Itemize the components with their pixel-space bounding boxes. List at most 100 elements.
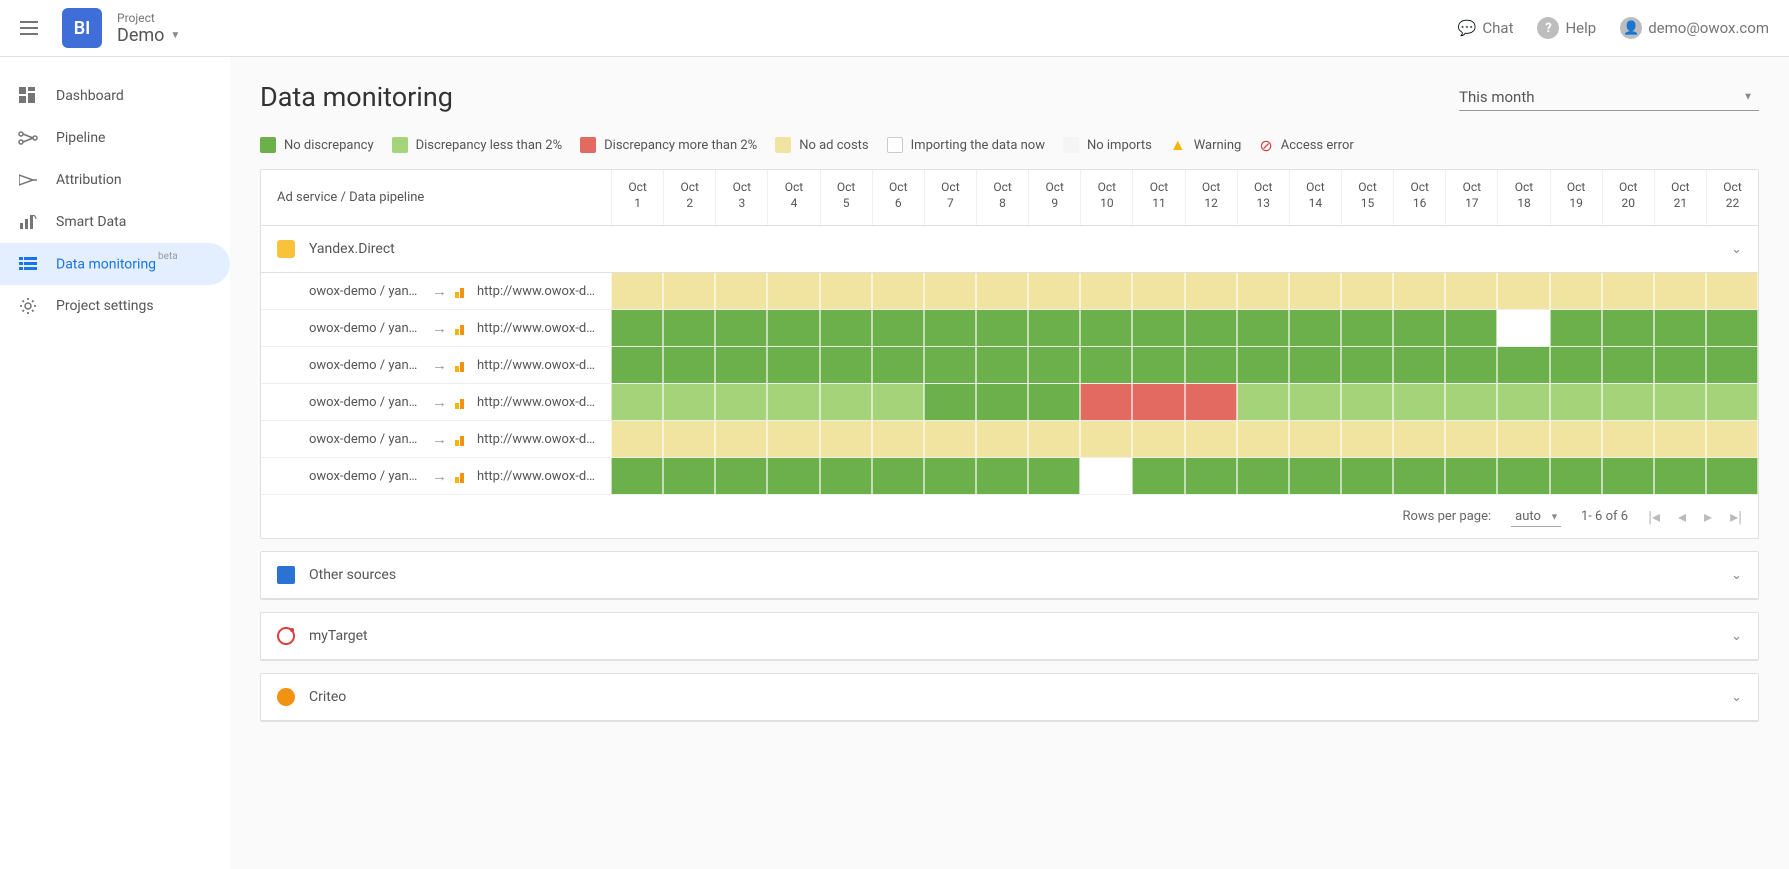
status-cell[interactable] (1445, 273, 1497, 309)
status-cell[interactable] (1185, 310, 1237, 346)
status-cell[interactable] (872, 384, 924, 420)
service-row-other[interactable]: Other sources ⌄ (261, 552, 1758, 599)
status-cell[interactable] (1289, 458, 1341, 494)
status-cell[interactable] (1185, 273, 1237, 309)
status-cell[interactable] (1497, 310, 1549, 346)
chat-link[interactable]: 💬 Chat (1458, 19, 1514, 37)
status-cell[interactable] (1497, 458, 1549, 494)
status-cell[interactable] (1028, 347, 1080, 383)
sidebar-item-pipeline[interactable]: Pipeline (0, 117, 230, 159)
status-cell[interactable] (767, 384, 819, 420)
status-cell[interactable] (1706, 347, 1758, 383)
status-cell[interactable] (1080, 273, 1132, 309)
last-page-button[interactable]: ▸| (1730, 507, 1742, 526)
status-cell[interactable] (715, 458, 767, 494)
status-cell[interactable] (872, 310, 924, 346)
status-cell[interactable] (1185, 458, 1237, 494)
status-cell[interactable] (1654, 421, 1706, 457)
status-cell[interactable] (976, 421, 1028, 457)
status-cell[interactable] (1445, 384, 1497, 420)
service-row-yandex[interactable]: Yandex.Direct ⌄ (261, 226, 1758, 273)
status-cell[interactable] (872, 273, 924, 309)
status-cell[interactable] (1550, 273, 1602, 309)
status-cell[interactable] (611, 273, 663, 309)
status-cell[interactable] (611, 458, 663, 494)
status-cell[interactable] (1132, 273, 1184, 309)
status-cell[interactable] (1602, 384, 1654, 420)
status-cell[interactable] (1080, 384, 1132, 420)
status-cell[interactable] (1497, 273, 1549, 309)
status-cell[interactable] (767, 347, 819, 383)
sidebar-item-attribution[interactable]: Attribution (0, 159, 230, 201)
status-cell[interactable] (1602, 310, 1654, 346)
status-cell[interactable] (1550, 458, 1602, 494)
status-cell[interactable] (976, 458, 1028, 494)
status-cell[interactable] (1706, 384, 1758, 420)
status-cell[interactable] (1132, 421, 1184, 457)
status-cell[interactable] (1132, 347, 1184, 383)
pipeline-row[interactable]: owox-demo / yande…→http://www.owox-d… (261, 310, 1758, 347)
status-cell[interactable] (1185, 384, 1237, 420)
rows-per-page-select[interactable]: auto ▼ (1511, 509, 1561, 524)
status-cell[interactable] (820, 310, 872, 346)
status-cell[interactable] (1654, 273, 1706, 309)
status-cell[interactable] (1393, 458, 1445, 494)
sidebar-item-smartdata[interactable]: Smart Data (0, 201, 230, 243)
status-cell[interactable] (1445, 310, 1497, 346)
status-cell[interactable] (1654, 458, 1706, 494)
help-link[interactable]: ? Help (1537, 17, 1596, 39)
status-cell[interactable] (1393, 421, 1445, 457)
status-cell[interactable] (767, 273, 819, 309)
status-cell[interactable] (1393, 347, 1445, 383)
date-range-select[interactable]: This month ▼ (1459, 84, 1759, 111)
status-cell[interactable] (924, 310, 976, 346)
status-cell[interactable] (1289, 310, 1341, 346)
status-cell[interactable] (1706, 310, 1758, 346)
status-cell[interactable] (767, 310, 819, 346)
status-cell[interactable] (1706, 458, 1758, 494)
status-cell[interactable] (1602, 347, 1654, 383)
status-cell[interactable] (924, 347, 976, 383)
next-page-button[interactable]: ▸ (1704, 507, 1712, 526)
pipeline-row[interactable]: owox-demo / yande…→http://www.owox-d… (261, 421, 1758, 458)
status-cell[interactable] (663, 347, 715, 383)
pipeline-row[interactable]: owox-demo / yande…→http://www.owox-d… (261, 347, 1758, 384)
status-cell[interactable] (1080, 458, 1132, 494)
status-cell[interactable] (767, 421, 819, 457)
status-cell[interactable] (1080, 421, 1132, 457)
status-cell[interactable] (1341, 273, 1393, 309)
status-cell[interactable] (1393, 310, 1445, 346)
status-cell[interactable] (872, 421, 924, 457)
status-cell[interactable] (611, 310, 663, 346)
project-selector[interactable]: Project Demo ▼ (117, 11, 180, 46)
status-cell[interactable] (663, 273, 715, 309)
sidebar-item-settings[interactable]: Project settings (0, 285, 230, 327)
status-cell[interactable] (663, 458, 715, 494)
status-cell[interactable] (872, 458, 924, 494)
sidebar-item-dashboard[interactable]: Dashboard (0, 75, 230, 117)
status-cell[interactable] (1550, 384, 1602, 420)
status-cell[interactable] (1602, 273, 1654, 309)
status-cell[interactable] (820, 458, 872, 494)
status-cell[interactable] (1445, 347, 1497, 383)
status-cell[interactable] (924, 384, 976, 420)
status-cell[interactable] (611, 384, 663, 420)
pipeline-row[interactable]: owox-demo / yande…→http://www.owox-d… (261, 273, 1758, 310)
status-cell[interactable] (924, 421, 976, 457)
status-cell[interactable] (1132, 384, 1184, 420)
status-cell[interactable] (1132, 310, 1184, 346)
status-cell[interactable] (715, 384, 767, 420)
status-cell[interactable] (1080, 347, 1132, 383)
status-cell[interactable] (1602, 458, 1654, 494)
status-cell[interactable] (663, 310, 715, 346)
status-cell[interactable] (820, 384, 872, 420)
status-cell[interactable] (611, 347, 663, 383)
pipeline-row[interactable]: owox-demo / yande…→http://www.owox-d… (261, 458, 1758, 495)
status-cell[interactable] (715, 347, 767, 383)
status-cell[interactable] (1028, 458, 1080, 494)
status-cell[interactable] (820, 273, 872, 309)
status-cell[interactable] (1185, 421, 1237, 457)
status-cell[interactable] (1237, 421, 1289, 457)
prev-page-button[interactable]: ◂ (1678, 507, 1686, 526)
status-cell[interactable] (1028, 273, 1080, 309)
